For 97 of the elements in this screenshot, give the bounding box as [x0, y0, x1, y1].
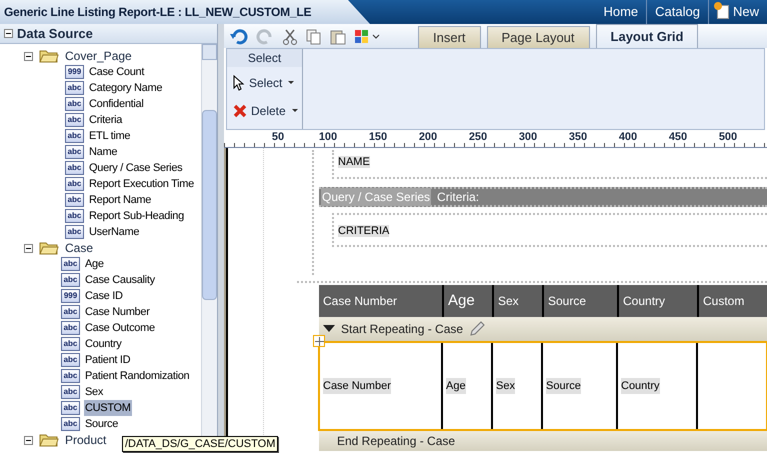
tooltip: /DATA_DS/G_CASE/CUSTOM: [122, 436, 278, 452]
tree-item[interactable]: Patient Randomization: [84, 368, 190, 384]
folder-icon: [39, 49, 59, 63]
tree-item[interactable]: Case Number: [84, 304, 151, 320]
field-type-icon: abc: [65, 145, 84, 159]
field-type-icon: abc: [61, 417, 80, 431]
repeat-start-label: Start Repeating - Case: [341, 321, 464, 338]
tree-item[interactable]: Criteria: [88, 112, 124, 128]
tree-item[interactable]: Category Name: [88, 80, 164, 96]
field-type-icon: abc: [61, 305, 80, 319]
collapse-toggle[interactable]: [4, 29, 13, 38]
field-type-icon: abc: [65, 177, 84, 191]
ruler-label: 50: [270, 130, 286, 145]
field-type-icon: abc: [65, 97, 84, 111]
name-field[interactable]: NAME: [338, 156, 370, 168]
collapse-toggle[interactable]: [24, 436, 33, 444]
tree-item[interactable]: Confidential: [88, 96, 144, 112]
ribbon-tab[interactable]: Layout Grid: [596, 24, 698, 48]
field-type-icon: abc: [61, 273, 80, 287]
field-type-icon: abc: [65, 81, 84, 95]
field-type-icon: abc: [65, 113, 84, 127]
field-type-icon: abc: [65, 225, 84, 239]
collapse-triangle-icon[interactable]: [323, 325, 335, 333]
criteria-field[interactable]: CRITERIA: [338, 224, 390, 236]
ribbon-button[interactable]: Delete: [233, 101, 302, 121]
ruler-label: 100: [318, 130, 338, 145]
tree-item[interactable]: Case Count: [88, 64, 146, 80]
folder-icon: [39, 433, 59, 447]
ruler-label: 400: [618, 130, 638, 145]
tree-folder[interactable]: Product: [65, 431, 106, 449]
pencil-icon[interactable]: [469, 321, 486, 337]
tree-item[interactable]: Case ID: [84, 288, 124, 304]
ruler-label: 300: [518, 130, 538, 145]
field-type-icon: abc: [61, 369, 80, 383]
tree-item[interactable]: Sex: [84, 384, 104, 400]
field-type-icon: abc: [61, 321, 80, 335]
ribbon-tab[interactable]: Insert: [418, 26, 481, 48]
field-type-icon: abc: [61, 257, 80, 271]
field-type-icon: abc: [61, 353, 80, 367]
criteria-label: Criteria:: [437, 188, 480, 206]
folder-icon: [39, 241, 59, 255]
field-type-icon: abc: [65, 193, 84, 207]
collapse-toggle[interactable]: [24, 244, 33, 252]
undo-icon[interactable]: [230, 29, 248, 45]
field-type-icon: abc: [61, 385, 80, 399]
ruler-label: 200: [418, 130, 438, 145]
tree-item[interactable]: CUSTOM: [84, 400, 132, 416]
panel-title: Data Source: [17, 24, 93, 43]
ribbon-tab[interactable]: Page Layout: [486, 26, 590, 48]
tree-item[interactable]: Report Execution Time: [88, 176, 195, 192]
new-document-icon: [716, 5, 729, 19]
tree-item[interactable]: UserName: [88, 224, 140, 240]
report-title: Generic Line Listing Report-LE : LL_NEW_CUSTOM_LE: [4, 4, 312, 21]
copy-icon[interactable]: [306, 29, 322, 45]
grid-color-icon[interactable]: [354, 29, 382, 45]
tree-folder[interactable]: Cover_Page: [65, 47, 132, 65]
tree-item[interactable]: ETL time: [88, 128, 132, 144]
ruler-label: 250: [468, 130, 488, 145]
data-field[interactable]: Case Number: [323, 378, 391, 394]
ruler-label: 450: [668, 130, 688, 145]
data-field[interactable]: Sex: [496, 378, 515, 394]
header-link[interactable]: Home: [595, 0, 646, 24]
ruler-label: 150: [368, 130, 388, 145]
caret-icon: [290, 108, 300, 114]
field-type-icon: abc: [61, 337, 80, 351]
close-icon: [233, 104, 247, 118]
move-handle-icon[interactable]: [313, 335, 325, 347]
group-title: Select: [227, 49, 302, 67]
field-type-icon: abc: [61, 401, 80, 415]
tree-item[interactable]: Age: [84, 256, 105, 272]
data-field[interactable]: Source: [546, 378, 581, 394]
cut-icon[interactable]: [282, 29, 298, 45]
data-field[interactable]: Age: [446, 378, 466, 394]
field-type-icon: abc: [65, 161, 84, 175]
tree-item[interactable]: Case Causality: [84, 272, 156, 288]
field-type-icon: 999: [61, 289, 80, 303]
tree-item[interactable]: Name: [88, 144, 118, 160]
cursor-icon: [233, 75, 245, 91]
tree-folder[interactable]: Case: [65, 239, 94, 257]
caret-icon: [286, 80, 296, 86]
field-type-icon: abc: [65, 129, 84, 143]
paste-icon[interactable]: [330, 29, 346, 45]
field-type-icon: abc: [65, 209, 84, 223]
tree-item[interactable]: Report Name: [88, 192, 152, 208]
tree-item[interactable]: Country: [84, 336, 122, 352]
tree-item[interactable]: Report Sub-Heading: [88, 208, 185, 224]
collapse-toggle[interactable]: [24, 52, 33, 60]
tree-item[interactable]: Source: [84, 416, 120, 432]
ruler-label: 500: [718, 130, 738, 145]
repeat-end-label: End Repeating - Case: [337, 433, 456, 450]
tree-item[interactable]: Case Outcome: [84, 320, 156, 336]
field-type-icon: 999: [65, 65, 84, 79]
tree-item[interactable]: Patient ID: [84, 352, 132, 368]
ruler-label: 350: [568, 130, 588, 145]
tree-item[interactable]: Query / Case Series: [88, 160, 184, 176]
ribbon-button[interactable]: Select: [233, 73, 302, 93]
data-field[interactable]: Country: [621, 378, 660, 394]
